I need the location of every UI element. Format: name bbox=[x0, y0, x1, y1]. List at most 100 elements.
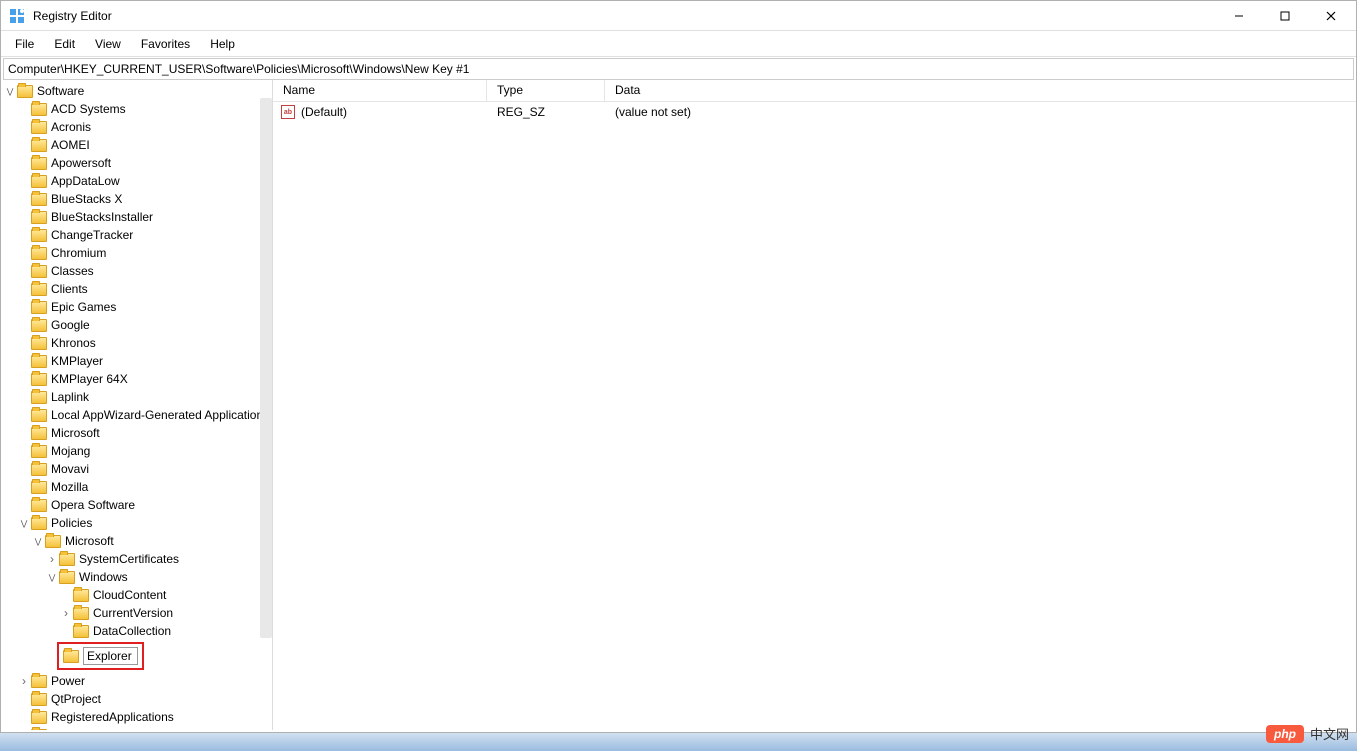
tree-node[interactable]: Mojang bbox=[1, 442, 272, 460]
tree-node[interactable]: Classes bbox=[1, 262, 272, 280]
tree-label: Policies bbox=[51, 516, 92, 530]
tree-label: Movavi bbox=[51, 462, 89, 476]
statusbar bbox=[1, 730, 1356, 732]
maximize-button[interactable] bbox=[1262, 1, 1308, 31]
menu-favorites[interactable]: Favorites bbox=[131, 33, 200, 55]
rename-input[interactable] bbox=[83, 647, 138, 665]
folder-icon bbox=[31, 481, 47, 494]
folder-icon bbox=[31, 729, 47, 731]
folder-icon bbox=[31, 229, 47, 242]
address-bar[interactable]: Computer\HKEY_CURRENT_USER\Software\Poli… bbox=[3, 58, 1354, 80]
tree-label: Microsoft bbox=[51, 426, 100, 440]
minimize-button[interactable] bbox=[1216, 1, 1262, 31]
watermark-badge: php bbox=[1266, 725, 1304, 743]
tree-node[interactable]: Chromium bbox=[1, 244, 272, 262]
tree-node[interactable]: Local AppWizard-Generated Applications bbox=[1, 406, 272, 424]
tree-node[interactable]: ACD Systems bbox=[1, 100, 272, 118]
tree-node[interactable]: ChangeTracker bbox=[1, 226, 272, 244]
column-name[interactable]: Name bbox=[273, 80, 487, 101]
tree-label: Restoro bbox=[51, 728, 93, 730]
window-title: Registry Editor bbox=[33, 9, 1216, 23]
folder-icon bbox=[45, 535, 61, 548]
watermark-text: 中文网 bbox=[1310, 724, 1349, 743]
tree-node-windows[interactable]: Windows bbox=[1, 568, 272, 586]
menu-help[interactable]: Help bbox=[200, 33, 245, 55]
folder-icon bbox=[73, 625, 89, 638]
tree-node[interactable]: Google bbox=[1, 316, 272, 334]
titlebar[interactable]: Registry Editor bbox=[1, 1, 1356, 31]
folder-icon bbox=[31, 337, 47, 350]
column-data[interactable]: Data bbox=[605, 80, 1356, 101]
tree-node[interactable]: AOMEI bbox=[1, 136, 272, 154]
value-row[interactable]: ab(Default)REG_SZ(value not set) bbox=[273, 102, 1356, 122]
folder-icon bbox=[31, 517, 47, 530]
folder-icon bbox=[59, 553, 75, 566]
content-area: Software ACD Systems AcronisAOMEIApowerso… bbox=[1, 80, 1356, 730]
tree-node-datacollection[interactable]: DataCollection bbox=[1, 622, 272, 640]
folder-icon bbox=[31, 301, 47, 314]
app-icon bbox=[9, 8, 25, 24]
tree-label: Windows bbox=[79, 570, 128, 584]
folder-icon bbox=[73, 589, 89, 602]
tree-node[interactable]: Apowersoft bbox=[1, 154, 272, 172]
folder-icon bbox=[31, 499, 47, 512]
tree-panel[interactable]: Software ACD Systems AcronisAOMEIApowerso… bbox=[1, 80, 273, 730]
tree-node-policies[interactable]: Policies bbox=[1, 514, 272, 532]
folder-icon bbox=[63, 650, 79, 663]
tree-node[interactable]: BlueStacksInstaller bbox=[1, 208, 272, 226]
close-button[interactable] bbox=[1308, 1, 1354, 31]
tree-label: QtProject bbox=[51, 692, 101, 706]
column-type[interactable]: Type bbox=[487, 80, 605, 101]
folder-icon bbox=[31, 463, 47, 476]
folder-icon bbox=[31, 427, 47, 440]
tree-node[interactable]: BlueStacks X bbox=[1, 190, 272, 208]
column-headers: Name Type Data bbox=[273, 80, 1356, 102]
tree-node-currentversion[interactable]: CurrentVersion bbox=[1, 604, 272, 622]
values-panel[interactable]: Name Type Data ab(Default)REG_SZ(value n… bbox=[273, 80, 1356, 730]
tree-node[interactable]: QtProject bbox=[1, 690, 272, 708]
tree-label: ACD Systems bbox=[51, 102, 126, 116]
tree-node-cloudcontent[interactable]: CloudContent bbox=[1, 586, 272, 604]
tree-label: Software bbox=[37, 84, 84, 98]
menu-file[interactable]: File bbox=[5, 33, 44, 55]
folder-icon bbox=[31, 265, 47, 278]
taskbar-fragment bbox=[0, 733, 1357, 751]
tree-node[interactable]: Opera Software bbox=[1, 496, 272, 514]
string-value-icon: ab bbox=[281, 105, 295, 119]
tree-node-software[interactable]: Software bbox=[1, 82, 272, 100]
tree-node[interactable]: Clients bbox=[1, 280, 272, 298]
tree-node[interactable]: Mozilla bbox=[1, 478, 272, 496]
folder-icon bbox=[31, 139, 47, 152]
tree-label: Microsoft bbox=[65, 534, 114, 548]
folder-icon bbox=[31, 121, 47, 134]
folder-icon bbox=[59, 571, 75, 584]
tree-label: Khronos bbox=[51, 336, 96, 350]
tree-label: BlueStacks X bbox=[51, 192, 122, 206]
tree-node[interactable]: Acronis bbox=[1, 118, 272, 136]
tree-node-microsoft[interactable]: Microsoft bbox=[1, 532, 272, 550]
tree-node[interactable]: AppDataLow bbox=[1, 172, 272, 190]
watermark: php 中文网 bbox=[1266, 724, 1349, 743]
rename-highlight-box bbox=[57, 642, 144, 670]
tree-node[interactable]: Microsoft bbox=[1, 424, 272, 442]
tree-label: Opera Software bbox=[51, 498, 135, 512]
tree-scrollbar[interactable] bbox=[260, 98, 272, 638]
tree-node[interactable]: Epic Games bbox=[1, 298, 272, 316]
tree-node[interactable]: KMPlayer bbox=[1, 352, 272, 370]
folder-icon bbox=[31, 319, 47, 332]
window-controls bbox=[1216, 1, 1354, 31]
tree-label: Local AppWizard-Generated Applications bbox=[51, 408, 269, 422]
tree-node[interactable]: KMPlayer 64X bbox=[1, 370, 272, 388]
address-text: Computer\HKEY_CURRENT_USER\Software\Poli… bbox=[8, 62, 469, 76]
tree-node[interactable]: Movavi bbox=[1, 460, 272, 478]
menu-edit[interactable]: Edit bbox=[44, 33, 85, 55]
tree-label: CurrentVersion bbox=[93, 606, 173, 620]
tree-node[interactable]: Khronos bbox=[1, 334, 272, 352]
tree-node[interactable]: RegisteredApplications bbox=[1, 708, 272, 726]
tree-node-systemcertificates[interactable]: SystemCertificates bbox=[1, 550, 272, 568]
tree-node[interactable]: Laplink bbox=[1, 388, 272, 406]
registry-editor-window: Registry Editor File Edit View Favorites… bbox=[0, 0, 1357, 733]
tree-node-power[interactable]: Power bbox=[1, 672, 272, 690]
menu-view[interactable]: View bbox=[85, 33, 131, 55]
tree-node[interactable]: Restoro bbox=[1, 726, 272, 730]
